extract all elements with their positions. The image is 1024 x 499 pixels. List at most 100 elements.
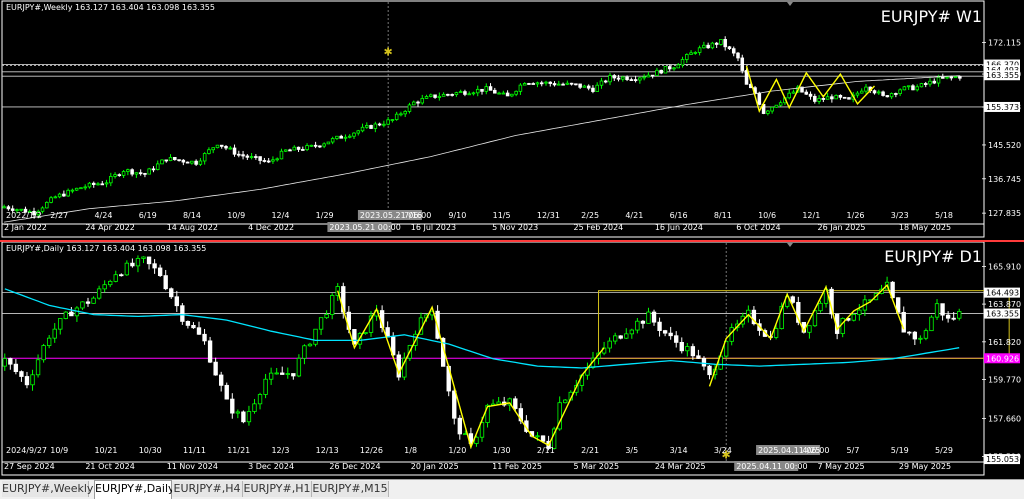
candle-body bbox=[246, 411, 252, 423]
candle-body bbox=[706, 44, 710, 49]
candle-body bbox=[219, 144, 224, 147]
candle-body bbox=[710, 42, 715, 49]
candle-body bbox=[603, 80, 608, 83]
candle-body bbox=[102, 284, 107, 290]
candle-body bbox=[302, 345, 307, 359]
tab-eurjpy-h4[interactable]: EURJPY#,H4 bbox=[172, 481, 243, 497]
candle-body bbox=[855, 92, 860, 96]
candle-body bbox=[104, 182, 109, 185]
candle-body bbox=[24, 376, 30, 386]
x-date-label: 21 Oct 2024 bbox=[85, 462, 134, 471]
candle-body bbox=[514, 90, 518, 95]
arrow-marker-icon: ✱ bbox=[384, 45, 393, 58]
scroll-marker-icon[interactable] bbox=[787, 243, 793, 247]
candle-body bbox=[83, 186, 87, 189]
candle-body bbox=[638, 77, 642, 81]
candle-body bbox=[651, 311, 657, 323]
tab-eurjpy-weekly[interactable]: EURJPY#,Weekly bbox=[2, 481, 93, 497]
candle-body bbox=[241, 411, 246, 423]
candle-body bbox=[790, 296, 795, 303]
candle-body bbox=[141, 256, 146, 259]
candle-body bbox=[143, 172, 147, 175]
candle-body bbox=[480, 88, 484, 92]
candle-body bbox=[471, 92, 476, 95]
candle-body bbox=[467, 93, 471, 96]
candle-body bbox=[736, 52, 740, 59]
candle-body bbox=[347, 135, 352, 138]
x-date-label: 16 Jun 2024 bbox=[655, 223, 703, 232]
candle-body bbox=[394, 113, 399, 120]
x-tick-label: 2022/1/2 bbox=[6, 211, 42, 220]
candle-body bbox=[296, 146, 301, 150]
candle-body bbox=[608, 75, 612, 83]
candle-body bbox=[612, 75, 617, 79]
candle-body bbox=[902, 86, 907, 91]
candle-body bbox=[497, 92, 501, 95]
scroll-marker-icon[interactable] bbox=[787, 2, 793, 6]
candle-body bbox=[271, 159, 275, 162]
daily-chart[interactable]: EURJPY#,Daily 163.127 163.404 163.098 16… bbox=[0, 240, 1024, 476]
candle-body bbox=[548, 81, 553, 84]
candle-body bbox=[363, 331, 368, 335]
candle-body bbox=[237, 153, 241, 156]
candle-body bbox=[268, 372, 274, 380]
x-date-label: 20 Jan 2025 bbox=[411, 462, 459, 471]
candle-body bbox=[100, 183, 105, 186]
x-tick-label: 10/21 bbox=[94, 446, 117, 455]
candle-body bbox=[329, 295, 335, 315]
candle-body bbox=[152, 263, 157, 269]
candle-body bbox=[457, 417, 462, 435]
tab-eurjpy-daily[interactable]: EURJPY#,Daily bbox=[94, 480, 175, 499]
candle-body bbox=[595, 84, 599, 92]
candle-body bbox=[420, 98, 425, 104]
candle-body bbox=[446, 93, 450, 96]
candle-body bbox=[657, 321, 662, 331]
x-tick-label: 5/19 bbox=[891, 446, 909, 455]
candle-body bbox=[629, 79, 634, 81]
candle-body bbox=[252, 403, 257, 412]
candle-body bbox=[646, 74, 651, 78]
candle-body bbox=[842, 96, 847, 99]
candle-body bbox=[146, 256, 152, 265]
candle-body bbox=[168, 157, 173, 162]
x-date-label: 26 Jan 2025 bbox=[818, 223, 866, 232]
candle-body bbox=[53, 196, 58, 199]
candle-body bbox=[701, 358, 707, 367]
candle-body bbox=[235, 411, 241, 414]
candle-body bbox=[773, 328, 779, 338]
x-date-label: 3 Dec 2024 bbox=[248, 462, 294, 471]
candle-body bbox=[134, 172, 139, 175]
candle-body bbox=[279, 150, 284, 160]
candle-body bbox=[35, 359, 41, 376]
candle-body bbox=[185, 321, 191, 326]
candle-body bbox=[911, 85, 915, 91]
candle-body bbox=[80, 301, 85, 309]
candle-body bbox=[544, 81, 548, 84]
candle-body bbox=[830, 96, 834, 100]
candle-body bbox=[285, 373, 290, 375]
x-date-label: 5 Mar 2025 bbox=[573, 462, 619, 471]
candle-body bbox=[787, 92, 791, 99]
candle-body bbox=[898, 89, 902, 94]
candle-body bbox=[155, 163, 160, 170]
charts-canvas[interactable]: EURJPY#,Weekly 163.127 163.404 163.098 1… bbox=[0, 0, 1024, 478]
candle-body bbox=[292, 146, 297, 151]
tab-eurjpy-h1[interactable]: EURJPY#,H1 bbox=[243, 481, 312, 497]
candle-body bbox=[224, 145, 228, 149]
weekly-chart[interactable]: EURJPY#,Weekly 163.127 163.404 163.098 1… bbox=[1, 0, 1021, 238]
candle-body bbox=[906, 85, 911, 88]
candle-body bbox=[674, 335, 679, 343]
candle-body bbox=[582, 85, 587, 88]
candle-body bbox=[894, 93, 898, 95]
candle-body bbox=[407, 104, 412, 112]
candle-body bbox=[702, 44, 706, 49]
tab-eurjpy-m15[interactable]: EURJPY#,M15 bbox=[312, 481, 389, 497]
candle-body bbox=[679, 341, 684, 352]
candle-body bbox=[918, 337, 923, 340]
y-tick-label: 127.835 bbox=[988, 209, 1021, 218]
candle-body bbox=[932, 80, 937, 84]
candle-body bbox=[458, 91, 463, 94]
candle-body bbox=[191, 325, 196, 329]
x-date-label: 4 Dec 2022 bbox=[248, 223, 294, 232]
candle-body bbox=[817, 98, 821, 102]
